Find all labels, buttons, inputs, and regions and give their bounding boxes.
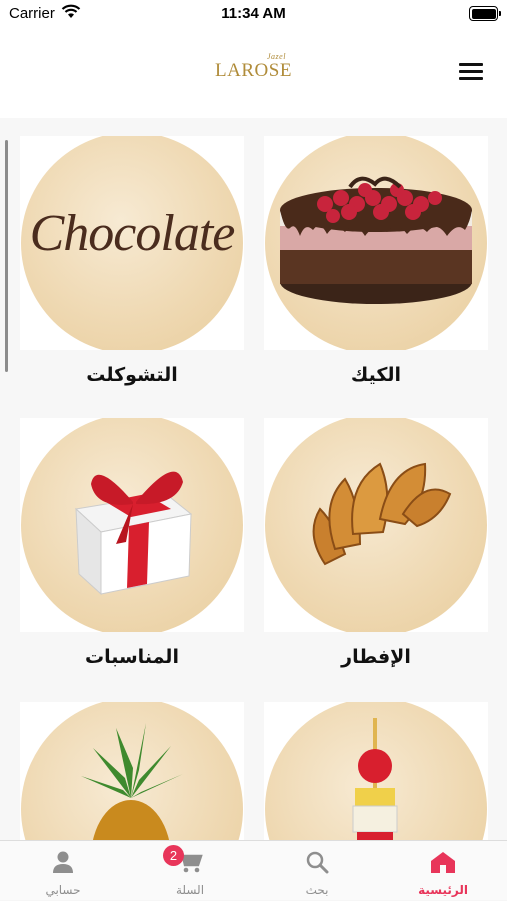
category-card-fruit[interactable] xyxy=(20,702,244,840)
cart-badge: 2 xyxy=(163,845,184,866)
category-card-skewer[interactable] xyxy=(264,702,488,840)
croissant-image xyxy=(265,418,487,632)
home-icon xyxy=(430,850,456,874)
category-card-breakfast[interactable]: الإفطار xyxy=(264,418,488,668)
tab-search[interactable]: بحث xyxy=(254,841,380,901)
tab-account-label: حسابي xyxy=(0,883,126,897)
category-label: التشوكلت xyxy=(20,364,244,386)
chocolate-image-text: Chocolate xyxy=(21,204,243,263)
search-icon xyxy=(305,850,329,874)
category-card-cake[interactable]: الكيك xyxy=(264,136,488,386)
pineapple-image xyxy=(21,702,243,840)
category-label: الكيك xyxy=(264,364,488,386)
bottom-tab-bar: الرئيسية بحث السلة 2 حسابي xyxy=(0,840,507,900)
logo-subtext: Jazel xyxy=(267,52,286,61)
status-bar: Carrier 11:34 AM xyxy=(0,0,507,30)
status-time: 11:34 AM xyxy=(0,5,507,22)
category-grid[interactable]: الكيك Chocolate التشوكلت xyxy=(0,118,507,840)
chocolate-image: Chocolate xyxy=(21,136,243,350)
tab-cart[interactable]: السلة xyxy=(127,841,253,901)
category-card-occasions[interactable]: المناسبات xyxy=(20,418,244,668)
menu-button[interactable] xyxy=(459,63,483,81)
tab-home[interactable]: الرئيسية xyxy=(380,841,506,901)
logo-text: LAROSE xyxy=(215,60,292,81)
tab-home-label: الرئيسية xyxy=(380,883,506,897)
scroll-indicator xyxy=(5,140,8,372)
tab-search-label: بحث xyxy=(254,883,380,897)
gift-box-image xyxy=(21,418,243,632)
category-card-chocolate[interactable]: Chocolate التشوكلت xyxy=(20,136,244,386)
category-label: الإفطار xyxy=(264,646,488,668)
battery-icon xyxy=(469,6,498,21)
app-logo: LAROSE Jazel xyxy=(0,60,507,82)
person-icon xyxy=(51,850,75,874)
fruit-skewer-image xyxy=(265,702,487,840)
tab-cart-label: السلة xyxy=(127,883,253,897)
tab-account[interactable]: حسابي xyxy=(0,841,126,901)
app-header: LAROSE Jazel xyxy=(0,30,507,118)
cake-image xyxy=(265,136,487,350)
category-label: المناسبات xyxy=(20,646,244,668)
